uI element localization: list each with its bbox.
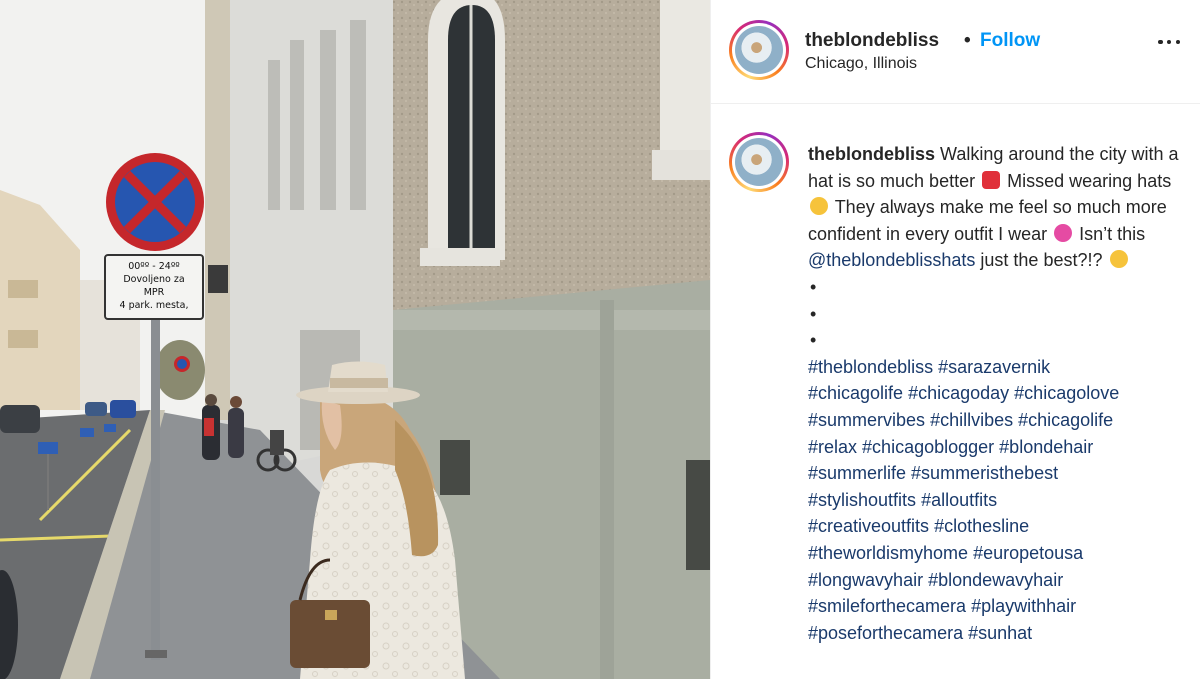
hashtag-link[interactable]: #chicagolife <box>808 383 903 403</box>
separator-dot: • <box>964 30 971 51</box>
hashtag-list: #theblondebliss #sarazavernik #chicagoli… <box>808 354 1192 647</box>
sign-text-spaces: 4 park. mesta, <box>119 300 189 311</box>
avatar[interactable] <box>729 20 789 80</box>
pleading-face-emoji-icon <box>810 197 828 216</box>
caption-text-4: Isn’t this <box>1079 223 1146 244</box>
post-photo[interactable]: 00ºº - 24ºº Dovoljeno za MPR 4 park. mes… <box>0 0 710 679</box>
bullet: • <box>810 276 817 297</box>
hashtag-link[interactable]: #stylishoutfits <box>808 490 916 510</box>
hashtag-link[interactable]: #smileforthecamera <box>808 596 966 616</box>
profile-picture <box>735 26 783 74</box>
post-side-panel: theblondebliss • Follow Chicago, Illinoi… <box>710 0 1200 679</box>
hashtag-link[interactable]: #chicagoblogger <box>862 437 994 457</box>
sign-text-allowed: Dovoljeno za <box>123 274 185 285</box>
sign-text-mpr: MPR <box>143 287 165 298</box>
parking-sign-plate: 00ºº - 24ºº Dovoljeno za MPR 4 park. mes… <box>104 254 204 320</box>
hashtag-link[interactable]: #theblondebliss <box>808 357 933 377</box>
siren-emoji-icon <box>982 170 1001 189</box>
hashtag-link[interactable]: #summeristhebest <box>911 463 1058 483</box>
instagram-post: 00ºº - 24ºº Dovoljeno za MPR 4 park. mes… <box>0 0 1200 679</box>
caption-username[interactable]: theblondebliss <box>808 144 935 164</box>
hashtag-link[interactable]: #sarazavernik <box>938 357 1050 377</box>
caption-text: theblondebliss Walking around the city w… <box>808 141 1192 646</box>
hashtag-link[interactable]: #creativeoutfits <box>808 516 929 536</box>
hashtag-link[interactable]: #blondewavyhair <box>928 570 1063 590</box>
hashtag-link[interactable]: #relax <box>808 437 857 457</box>
hashtag-link[interactable]: #playwithhair <box>971 596 1076 616</box>
hashtag-link[interactable]: #clothesline <box>934 516 1029 536</box>
bullet: • <box>810 330 817 351</box>
hashtag-link[interactable]: #chicagolife <box>1018 410 1113 430</box>
hashtag-link[interactable]: #chillvibes <box>930 410 1013 430</box>
hashtag-link[interactable]: #sunhat <box>968 623 1032 643</box>
sign-hours: 00ºº - 24ºº <box>128 261 180 272</box>
street-scene-image <box>0 0 710 679</box>
hashtag-link[interactable]: #longwavyhair <box>808 570 923 590</box>
mention-link[interactable]: @theblondeblisshats <box>808 250 975 270</box>
hashtag-link[interactable]: #europetousa <box>973 543 1083 563</box>
hashtag-link[interactable]: #theworldismyhome <box>808 543 968 563</box>
star-struck-emoji-icon <box>1109 250 1128 269</box>
username-link[interactable]: theblondebliss <box>805 30 939 52</box>
revolving-hearts-emoji-icon <box>1054 223 1073 242</box>
follow-button[interactable]: Follow <box>980 30 1040 52</box>
hashtag-link[interactable]: #summervibes <box>808 410 925 430</box>
more-horizontal-icon[interactable] <box>1158 38 1180 46</box>
caption-section: theblondebliss Walking around the city w… <box>711 104 1200 666</box>
hashtag-link[interactable]: #chicagolove <box>1014 383 1119 403</box>
profile-picture <box>735 138 783 186</box>
bullet-list: • • • <box>808 274 1192 354</box>
location-link[interactable]: Chicago, Illinois <box>805 55 917 73</box>
caption-text-2: Missed wearing hats <box>1007 170 1172 191</box>
post-header: theblondebliss • Follow Chicago, Illinoi… <box>711 0 1200 104</box>
caption-cutoff <box>711 648 1200 666</box>
hashtag-link[interactable]: #poseforthecamera <box>808 623 963 643</box>
hashtag-link[interactable]: #blondehair <box>999 437 1093 457</box>
hashtag-link[interactable]: #summerlife <box>808 463 906 483</box>
hashtag-link[interactable]: #alloutfits <box>921 490 997 510</box>
bullet: • <box>810 303 817 324</box>
caption-text-5: just the best?!? <box>980 250 1103 271</box>
caption-avatar[interactable] <box>729 132 789 192</box>
hashtag-link[interactable]: #chicagoday <box>908 383 1009 403</box>
